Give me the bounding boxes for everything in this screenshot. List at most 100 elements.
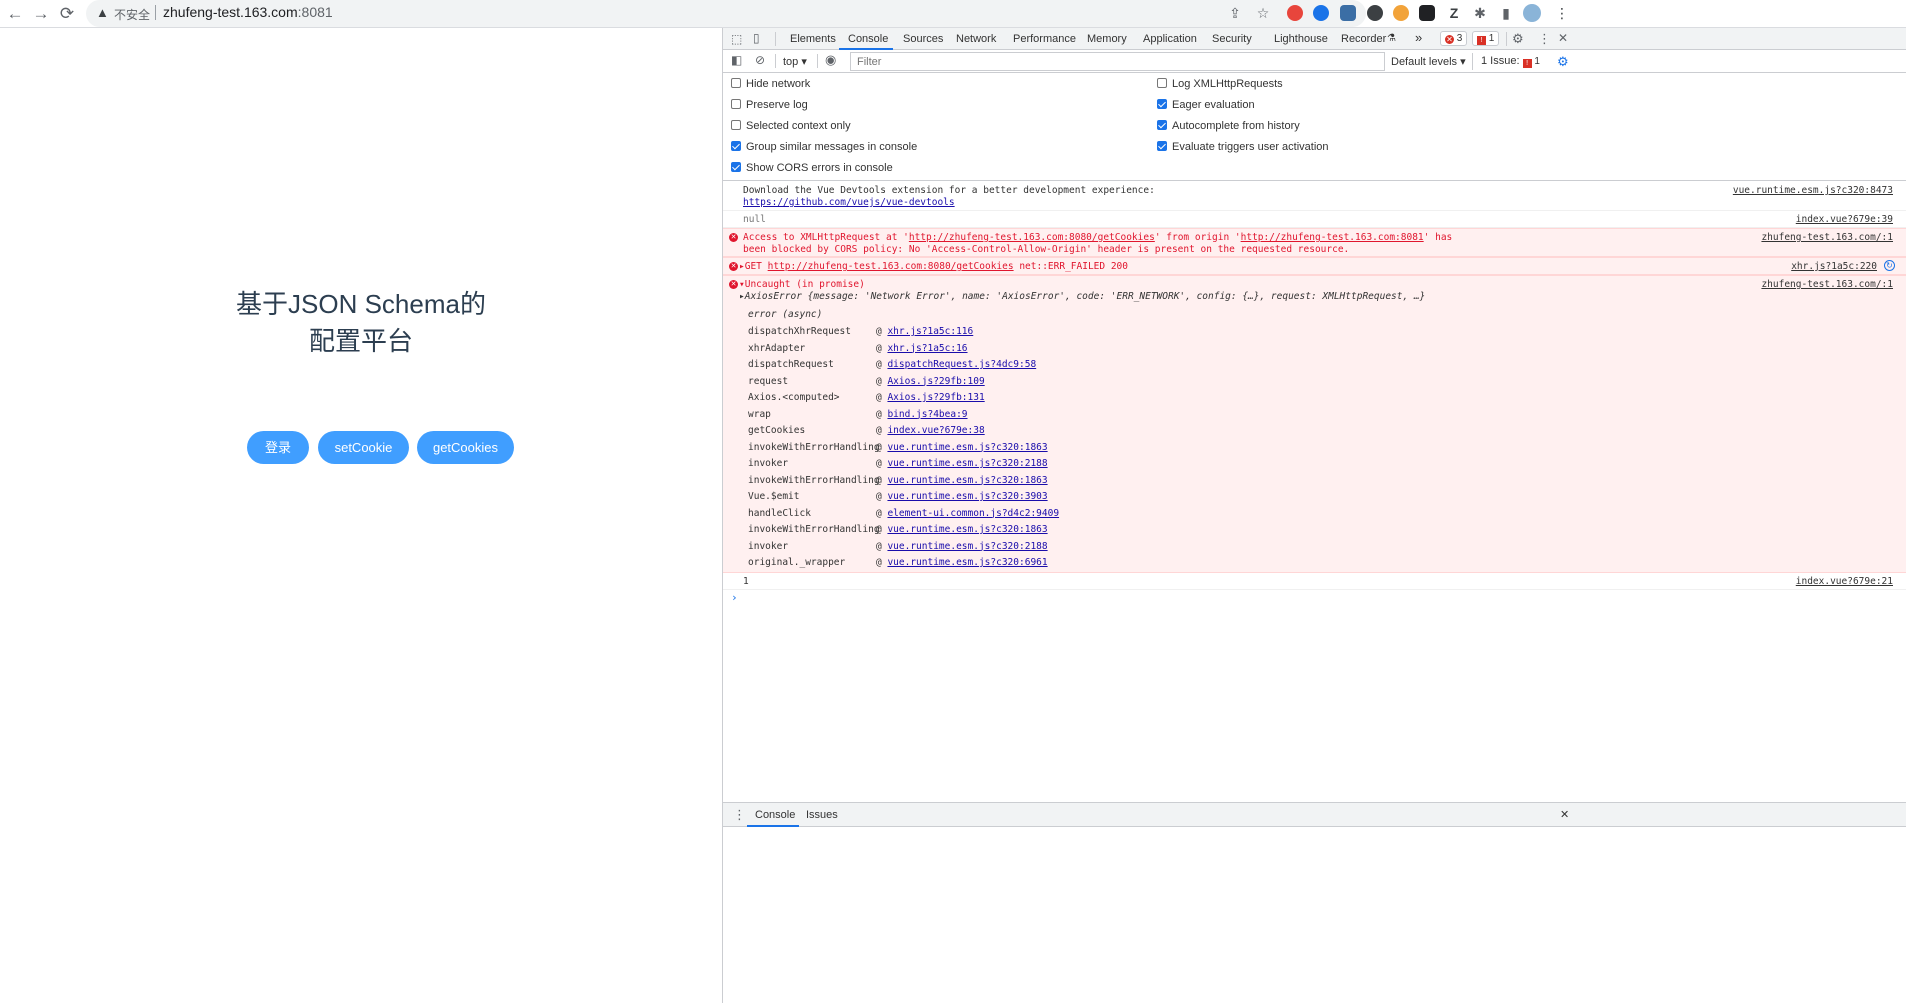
security-status[interactable]: 不安全: [114, 6, 150, 23]
extension-icon[interactable]: [1367, 5, 1383, 21]
preserve-log-option[interactable]: Preserve log: [731, 98, 808, 112]
issue-count-badge[interactable]: ! 1: [1472, 31, 1500, 46]
origin-url-link[interactable]: http://zhufeng-test.163.com:8081: [1241, 232, 1424, 243]
close-drawer-icon[interactable]: ✕: [1560, 808, 1569, 821]
extension-icon[interactable]: [1419, 5, 1435, 21]
more-vert-icon[interactable]: ⋮: [1538, 31, 1551, 47]
tab-console[interactable]: Console: [848, 33, 888, 45]
message-link[interactable]: https://github.com/vuejs/vue-devtools: [743, 197, 955, 208]
tab-recorder[interactable]: Recorder: [1341, 33, 1386, 45]
filter-input[interactable]: [850, 52, 1385, 71]
checkbox[interactable]: [1157, 120, 1167, 130]
drawer-tab-console[interactable]: Console: [755, 809, 795, 821]
stack-source-link[interactable]: Axios.js?29fb:109: [887, 376, 984, 387]
login-button[interactable]: 登录: [247, 431, 309, 464]
set-cookie-button[interactable]: setCookie: [318, 431, 409, 464]
tab-elements[interactable]: Elements: [790, 33, 836, 45]
sidebar-toggle-icon[interactable]: ◧: [731, 53, 742, 67]
stack-source-link[interactable]: vue.runtime.esm.js?c320:3903: [887, 491, 1047, 502]
inspect-icon[interactable]: ⬚: [731, 32, 742, 46]
message-text[interactable]: ▸GET http://zhufeng-test.163.com:8080/ge…: [739, 261, 1128, 272]
more-vert-icon[interactable]: ⋮: [1553, 4, 1571, 22]
checkbox[interactable]: [1157, 78, 1167, 88]
star-icon[interactable]: ☆: [1254, 4, 1272, 22]
request-url-link[interactable]: http://zhufeng-test.163.com:8080/getCook…: [909, 232, 1155, 243]
error-count-badge[interactable]: ✕ 3: [1440, 31, 1468, 46]
tab-application[interactable]: Application: [1143, 33, 1197, 45]
avatar[interactable]: [1523, 4, 1541, 22]
stack-source-link[interactable]: Axios.js?29fb:131: [887, 392, 984, 403]
get-cookies-button[interactable]: getCookies: [417, 431, 514, 464]
log-xhr-option[interactable]: Log XMLHttpRequests: [1157, 77, 1283, 91]
clear-console-icon[interactable]: ⊘: [755, 53, 765, 67]
puzzle-icon[interactable]: ✱: [1471, 4, 1489, 22]
side-panel-icon[interactable]: ▮: [1497, 4, 1515, 22]
console-settings-icon[interactable]: ⚙: [1557, 54, 1569, 70]
checkbox[interactable]: [731, 78, 741, 88]
evaluate-triggers-option[interactable]: Evaluate triggers user activation: [1157, 140, 1329, 154]
stack-source-link[interactable]: dispatchRequest.js?4dc9:58: [887, 359, 1036, 370]
warning-icon[interactable]: ▲: [96, 5, 109, 20]
share-icon[interactable]: ⇪: [1226, 4, 1244, 22]
source-link[interactable]: zhufeng-test.163.com/:1: [1761, 279, 1893, 290]
group-similar-option[interactable]: Group similar messages in console: [731, 140, 917, 154]
checkbox[interactable]: [1157, 99, 1167, 109]
more-vert-icon[interactable]: ⋮: [733, 807, 746, 823]
tab-security[interactable]: Security: [1212, 33, 1252, 45]
extension-icon[interactable]: [1287, 5, 1303, 21]
stack-source-link[interactable]: vue.runtime.esm.js?c320:1863: [887, 442, 1047, 453]
autocomplete-option[interactable]: Autocomplete from history: [1157, 119, 1300, 133]
tab-memory[interactable]: Memory: [1087, 33, 1127, 45]
forward-icon[interactable]: →: [31, 4, 51, 24]
extension-icon[interactable]: [1313, 5, 1329, 21]
tab-network[interactable]: Network: [956, 33, 996, 45]
log-levels-dropdown[interactable]: Default levels ▾: [1391, 55, 1466, 68]
device-toggle-icon[interactable]: ▯: [753, 31, 760, 45]
stack-source-link[interactable]: xhr.js?1a5c:16: [887, 343, 967, 354]
context-selector[interactable]: top ▾: [783, 55, 807, 68]
extension-icon[interactable]: [1340, 5, 1356, 21]
back-icon[interactable]: ←: [5, 4, 25, 24]
stack-source-link[interactable]: element-ui.common.js?d4c2:9409: [887, 508, 1059, 519]
stack-source-link[interactable]: vue.runtime.esm.js?c320:6961: [887, 557, 1047, 568]
issues-button[interactable]: 1 Issue: ! 1: [1472, 53, 1540, 70]
eye-icon[interactable]: ◉: [825, 52, 836, 68]
selected-context-option[interactable]: Selected context only: [731, 119, 851, 133]
close-icon[interactable]: ✕: [1558, 31, 1568, 45]
extension-icon[interactable]: [1393, 5, 1409, 21]
source-link[interactable]: xhr.js?1a5c:220: [1791, 261, 1877, 272]
more-tabs-icon[interactable]: »: [1415, 30, 1422, 45]
error-object[interactable]: ▸AxiosError {message: 'Network Error', n…: [739, 291, 1425, 302]
source-link[interactable]: zhufeng-test.163.com/:1: [1761, 232, 1893, 243]
stack-source-link[interactable]: xhr.js?1a5c:116: [887, 326, 973, 337]
url-text[interactable]: zhufeng-test.163.com:8081: [163, 4, 333, 20]
stack-source-link[interactable]: vue.runtime.esm.js?c320:1863: [887, 524, 1047, 535]
request-url-link[interactable]: http://zhufeng-test.163.com:8080/getCook…: [768, 261, 1014, 272]
network-request-icon[interactable]: ↻: [1884, 260, 1895, 271]
checkbox[interactable]: [731, 99, 741, 109]
source-link[interactable]: index.vue?679e:39: [1796, 214, 1893, 225]
drawer-tab-issues[interactable]: Issues: [806, 809, 838, 821]
console-prompt[interactable]: ›: [731, 591, 738, 604]
tab-performance[interactable]: Performance: [1013, 33, 1076, 45]
source-link[interactable]: vue.runtime.esm.js?c320:8473: [1733, 185, 1893, 196]
eager-eval-option[interactable]: Eager evaluation: [1157, 98, 1255, 112]
gear-icon[interactable]: ⚙: [1512, 31, 1524, 47]
stack-source-link[interactable]: vue.runtime.esm.js?c320:1863: [887, 475, 1047, 486]
stack-source-link[interactable]: index.vue?679e:38: [887, 425, 984, 436]
checkbox[interactable]: [731, 162, 741, 172]
stack-source-link[interactable]: vue.runtime.esm.js?c320:2188: [887, 541, 1047, 552]
tab-sources[interactable]: Sources: [903, 33, 943, 45]
source-link[interactable]: index.vue?679e:21: [1796, 576, 1893, 587]
tab-lighthouse[interactable]: Lighthouse: [1274, 33, 1328, 45]
show-cors-option[interactable]: Show CORS errors in console: [731, 161, 893, 175]
stack-source-link[interactable]: bind.js?4bea:9: [887, 409, 967, 420]
checkbox[interactable]: [731, 141, 741, 151]
hide-network-option[interactable]: Hide network: [731, 77, 810, 91]
checkbox[interactable]: [1157, 141, 1167, 151]
checkbox[interactable]: [731, 120, 741, 130]
stack-source-link[interactable]: vue.runtime.esm.js?c320:2188: [887, 458, 1047, 469]
z-extension-icon[interactable]: Z: [1445, 4, 1463, 22]
error-title[interactable]: ▾Uncaught (in promise): [739, 279, 865, 290]
reload-icon[interactable]: ⟳: [57, 4, 77, 24]
